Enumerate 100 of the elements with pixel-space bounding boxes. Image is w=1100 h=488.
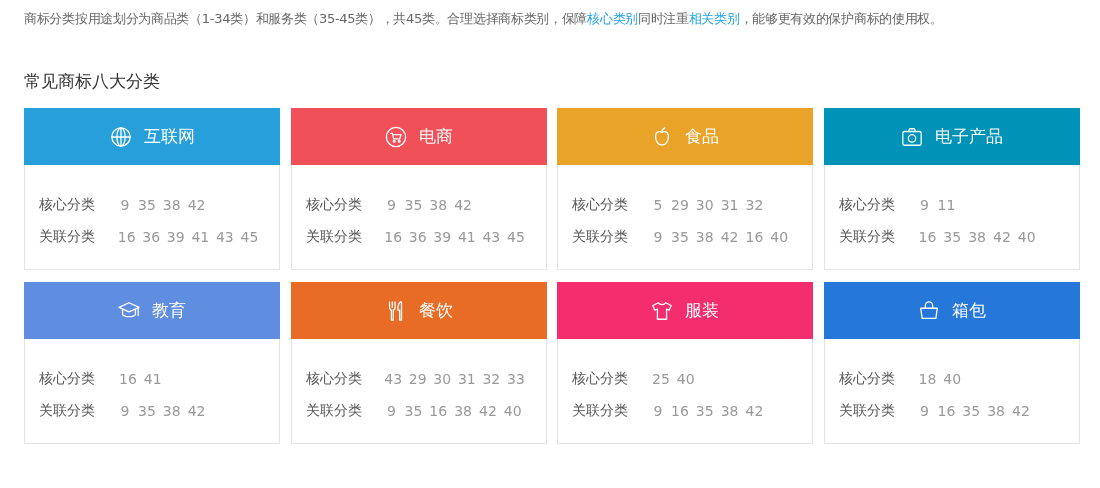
class-number: 9	[119, 197, 131, 213]
row-label: 核心分类	[39, 370, 96, 388]
class-number: 16	[429, 403, 448, 419]
class-number: 9	[386, 403, 397, 419]
category-name: 电子产品	[934, 125, 1003, 148]
class-number: 45	[506, 229, 525, 245]
class-number: 35	[404, 403, 423, 419]
class-number: 16	[937, 403, 956, 419]
row-label: 关联分类	[838, 228, 896, 246]
class-number: 43	[482, 229, 500, 245]
class-number: 16	[671, 403, 689, 419]
class-number: 29	[671, 197, 689, 213]
class-number: 39	[433, 229, 451, 245]
class-number: 41	[457, 229, 476, 245]
category-name: 服装	[685, 299, 719, 322]
class-number: 11	[937, 197, 956, 213]
class-number: 38	[968, 229, 986, 245]
class-number: 36	[142, 229, 160, 245]
class-number: 29	[408, 371, 427, 387]
row-label: 核心分类	[39, 196, 96, 214]
class-number: 38	[720, 403, 739, 419]
class-number: 30	[695, 197, 714, 213]
class-number: 36	[408, 229, 427, 245]
class-number: 30	[433, 371, 451, 387]
cart-icon	[384, 125, 407, 148]
row-label: 核心分类	[572, 370, 629, 388]
class-number: 42	[454, 197, 472, 213]
row-label: 关联分类	[305, 228, 363, 246]
class-number: 42	[745, 403, 764, 419]
class-number: 35	[138, 197, 156, 213]
globe-icon	[109, 125, 132, 148]
class-number: 40	[1017, 229, 1036, 245]
class-number: 43	[384, 371, 402, 387]
class-number: 35	[138, 403, 156, 419]
class-number: 35	[404, 197, 423, 213]
class-number: 39	[166, 229, 185, 245]
category-name: 食品	[685, 125, 719, 148]
class-number: 42	[187, 403, 206, 419]
bag-icon	[917, 299, 940, 322]
class-number: 9	[919, 403, 930, 419]
class-number: 40	[676, 371, 695, 387]
t-shirt-icon	[651, 299, 673, 322]
row-label: 核心分类	[305, 370, 363, 388]
class-number: 16	[119, 371, 137, 387]
category-name: 教育	[152, 299, 186, 322]
row-label: 关联分类	[572, 228, 629, 246]
category-name: 电商	[418, 125, 453, 148]
row-label: 关联分类	[305, 402, 363, 420]
class-number: 32	[482, 371, 500, 387]
class-number: 41	[191, 229, 209, 245]
category-link[interactable]: 核心类别	[587, 11, 638, 26]
class-number: 32	[745, 197, 764, 213]
class-number: 42	[187, 197, 206, 213]
class-number: 38	[695, 229, 714, 245]
class-number: 40	[770, 229, 789, 245]
class-number: 38	[429, 197, 448, 213]
class-number: 16	[918, 229, 937, 245]
category-name: 箱包	[951, 299, 986, 322]
section-title: 常见商标八大分类	[24, 70, 161, 92]
class-number: 42	[1012, 403, 1030, 419]
camera-icon	[900, 125, 923, 148]
category-link[interactable]: 相关类别	[688, 11, 740, 26]
class-number: 35	[943, 229, 962, 245]
class-number: 25	[652, 371, 670, 387]
class-number: 16	[117, 229, 136, 245]
class-number: 42	[479, 403, 497, 419]
row-label: 核心分类	[838, 370, 896, 388]
category-name: 互联网	[143, 125, 195, 148]
row-label: 关联分类	[39, 228, 96, 246]
class-number: 41	[143, 371, 162, 387]
class-number: 16	[384, 229, 402, 245]
class-number: 9	[919, 197, 930, 213]
row-label: 关联分类	[838, 402, 896, 420]
class-number: 33	[506, 371, 525, 387]
class-number: 40	[503, 403, 522, 419]
row-label: 核心分类	[572, 196, 629, 214]
class-number: 38	[162, 197, 181, 213]
class-number: 38	[162, 403, 181, 419]
row-label: 关联分类	[39, 402, 96, 420]
class-number: 35	[671, 229, 689, 245]
intro-paragraph: 商标分类按用途划分为商品类（1-34类）和服务类（35-45类），共45类。合理选择商标类别，保障核心类别同时注重相关类别，能够更有效的保护商标的使用权。	[24, 10, 944, 28]
class-number: 5	[652, 197, 664, 213]
class-number: 43	[215, 229, 234, 245]
class-number: 9	[652, 229, 664, 245]
class-number: 9	[386, 197, 397, 213]
class-number: 40	[943, 371, 962, 387]
class-number: 38	[454, 403, 472, 419]
row-label: 关联分类	[572, 402, 629, 420]
class-number: 18	[918, 371, 937, 387]
class-number: 38	[987, 403, 1005, 419]
row-label: 核心分类	[305, 196, 363, 214]
class-number: 42	[720, 229, 739, 245]
class-number: 31	[720, 197, 739, 213]
class-number: 16	[745, 229, 764, 245]
class-number: 9	[652, 403, 664, 419]
category-name: 餐饮	[418, 299, 453, 322]
class-number: 45	[240, 229, 258, 245]
class-number: 35	[695, 403, 714, 419]
class-number: 42	[993, 229, 1011, 245]
row-label: 核心分类	[838, 196, 896, 214]
